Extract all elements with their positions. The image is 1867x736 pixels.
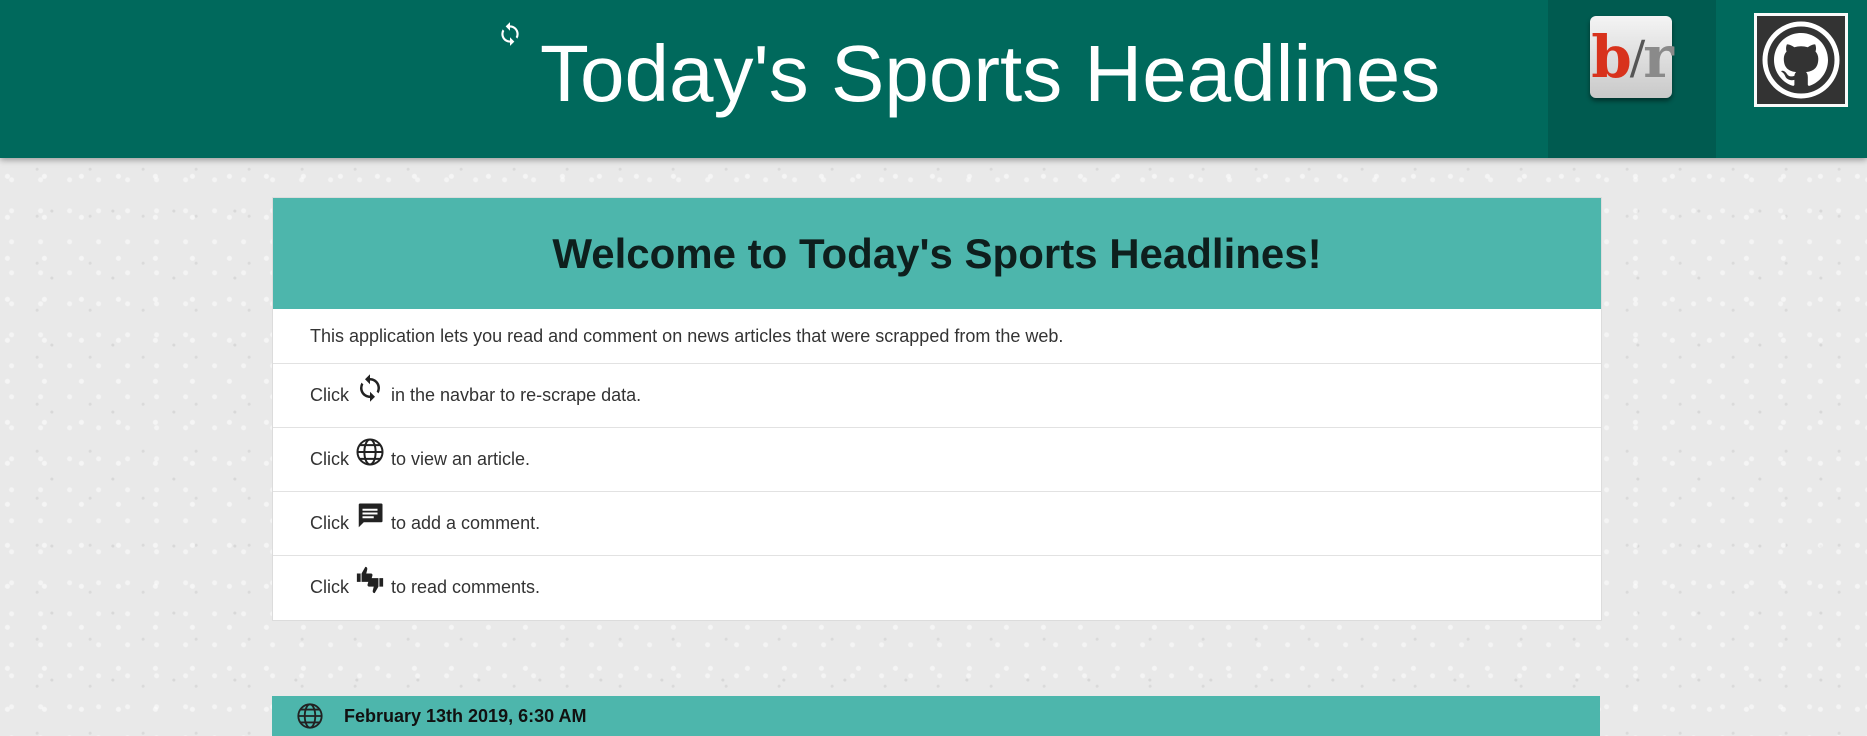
instruction-text: to view an article.: [391, 449, 531, 469]
refresh-icon: [360, 373, 380, 402]
instruction-row-refresh: Click in the navbar to re-scrape data.: [273, 363, 1601, 427]
github-link[interactable]: [1754, 13, 1848, 107]
github-icon: [1762, 21, 1840, 99]
article-header: February 13th 2019, 6:30 AM: [272, 696, 1600, 736]
navbar: Today's Sports Headlines b / r: [0, 0, 1867, 158]
bleacher-report-logo: b / r: [1590, 16, 1674, 98]
instruction-prefix: Click: [310, 449, 349, 469]
instruction-row-view: Click to view an article.: [273, 427, 1601, 491]
navbar-title: Today's Sports Headlines: [540, 29, 1441, 118]
instruction-prefix: Click: [310, 577, 349, 597]
comment-icon: [358, 503, 383, 527]
instruction-text: in the navbar to re-scrape data.: [391, 385, 642, 405]
article-date: February 13th 2019, 6:30 AM: [344, 705, 587, 726]
welcome-header: Welcome to Today's Sports Headlines!: [273, 198, 1601, 309]
intro-row: This application lets you read and comme…: [273, 309, 1601, 363]
instruction-row-comment: Click to add a comment.: [273, 491, 1601, 555]
globe-icon[interactable]: [296, 702, 324, 730]
instruction-text: to read comments.: [391, 577, 541, 597]
welcome-heading: Welcome to Today's Sports Headlines!: [552, 229, 1322, 277]
refresh-icon: [501, 22, 519, 46]
thumbs-icon: [356, 566, 384, 593]
instruction-prefix: Click: [310, 385, 349, 405]
instruction-text: to add a comment.: [391, 513, 541, 533]
welcome-card: Welcome to Today's Sports Headlines! Thi…: [272, 197, 1602, 621]
intro-text: This application lets you read and comme…: [310, 325, 1064, 346]
globe-icon: [356, 438, 384, 465]
instruction-prefix: Click: [310, 513, 349, 533]
bleacher-report-link[interactable]: b / r: [1548, 0, 1716, 158]
instruction-row-read: Click to read comments.: [273, 555, 1601, 619]
refresh-button[interactable]: [494, 18, 526, 50]
